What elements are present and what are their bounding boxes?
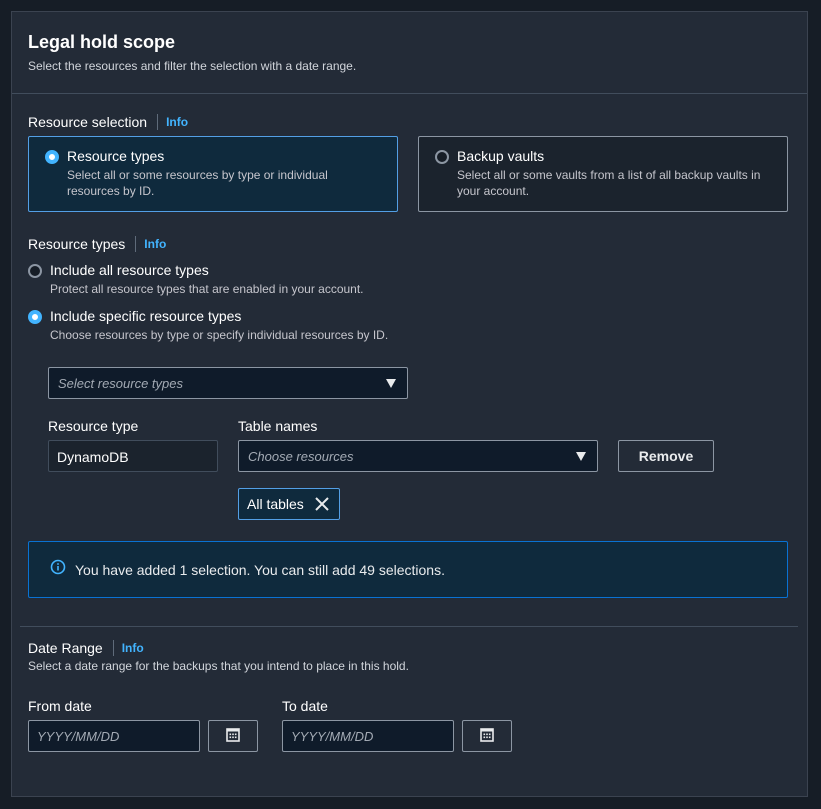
tile-description: Select all or some vaults from a list of… bbox=[457, 167, 772, 199]
from-date-input[interactable]: YYYY/MM/DD bbox=[28, 720, 200, 752]
panel-header: Legal hold scope Select the resources an… bbox=[12, 12, 807, 94]
selection-info-alert: You have added 1 selection. You can stil… bbox=[28, 541, 788, 598]
tile-description-line: resources by ID. bbox=[67, 184, 155, 198]
radio-icon[interactable] bbox=[45, 150, 59, 164]
resource-types-label: Resource types bbox=[28, 236, 126, 252]
panel-description: Select the resources and filter the sele… bbox=[28, 59, 357, 73]
tile-title: Resource types bbox=[67, 148, 165, 164]
to-date-label: To date bbox=[282, 698, 328, 714]
resource-type-value: DynamoDB bbox=[48, 440, 218, 472]
from-date-label: From date bbox=[28, 698, 92, 714]
remove-button[interactable]: Remove bbox=[618, 440, 714, 472]
label-separator bbox=[135, 236, 137, 252]
caret-down-icon bbox=[576, 452, 586, 461]
panel-title: Legal hold scope bbox=[28, 32, 176, 52]
tile-description: Select all or some resources by type or … bbox=[67, 167, 382, 199]
label-separator bbox=[157, 114, 159, 130]
choose-resources-dropdown[interactable]: Choose resources bbox=[238, 440, 598, 472]
resource-type-label: Resource type bbox=[48, 418, 139, 434]
to-date-calendar-button[interactable] bbox=[462, 720, 512, 752]
tile-resource-types[interactable]: Resource types Select all or some resour… bbox=[28, 136, 398, 212]
to-date-input[interactable]: YYYY/MM/DD bbox=[282, 720, 454, 752]
radio-option-title: Include all resource types bbox=[50, 262, 209, 278]
tile-description-line: Select all or some vaults from a list of… bbox=[457, 168, 761, 182]
radio-icon[interactable] bbox=[28, 310, 42, 324]
date-range-label-row: Date Range Info bbox=[28, 640, 144, 656]
radio-include-all-resource-types[interactable]: Include all resource types Protect all r… bbox=[28, 262, 428, 298]
close-icon[interactable] bbox=[314, 496, 330, 512]
date-range-info-link[interactable]: Info bbox=[122, 641, 144, 655]
select-placeholder: Choose resources bbox=[248, 449, 354, 464]
from-date-calendar-button[interactable] bbox=[208, 720, 258, 752]
select-resource-types-dropdown[interactable]: Select resource types bbox=[48, 367, 408, 399]
resource-types-info-link[interactable]: Info bbox=[144, 237, 166, 251]
info-circle-icon bbox=[50, 559, 66, 580]
tile-description-line: your account. bbox=[457, 184, 530, 198]
resource-selection-label: Resource selection bbox=[28, 114, 148, 130]
tile-description-line: Select all or some resources by type or … bbox=[67, 168, 328, 182]
resource-selection-label-row: Resource selection Info bbox=[28, 114, 188, 130]
select-placeholder: Select resource types bbox=[58, 376, 184, 391]
date-range-label: Date Range bbox=[28, 640, 103, 656]
label-separator bbox=[112, 640, 114, 656]
caret-down-icon bbox=[386, 379, 396, 388]
calendar-icon bbox=[480, 727, 494, 745]
radio-option-title: Include specific resource types bbox=[50, 308, 242, 324]
calendar-icon bbox=[226, 727, 240, 745]
tile-title: Backup vaults bbox=[457, 148, 545, 164]
date-range-description: Select a date range for the backups that… bbox=[28, 659, 409, 673]
all-tables-token: All tables bbox=[238, 488, 340, 520]
radio-option-description: Choose resources by type or specify indi… bbox=[50, 328, 389, 342]
radio-icon[interactable] bbox=[435, 150, 449, 164]
table-names-label: Table names bbox=[238, 418, 318, 434]
legal-hold-scope-panel: Legal hold scope Select the resources an… bbox=[11, 11, 808, 797]
radio-option-description: Protect all resource types that are enab… bbox=[50, 282, 364, 296]
section-divider bbox=[20, 626, 798, 627]
resource-selection-info-link[interactable]: Info bbox=[166, 115, 188, 129]
radio-include-specific-resource-types[interactable]: Include specific resource types Choose r… bbox=[28, 308, 428, 344]
tile-backup-vaults[interactable]: Backup vaults Select all or some vaults … bbox=[418, 136, 788, 212]
alert-text: You have added 1 selection. You can stil… bbox=[75, 561, 445, 578]
radio-icon[interactable] bbox=[28, 264, 42, 278]
token-label: All tables bbox=[247, 496, 304, 512]
resource-types-label-row: Resource types Info bbox=[28, 236, 166, 252]
